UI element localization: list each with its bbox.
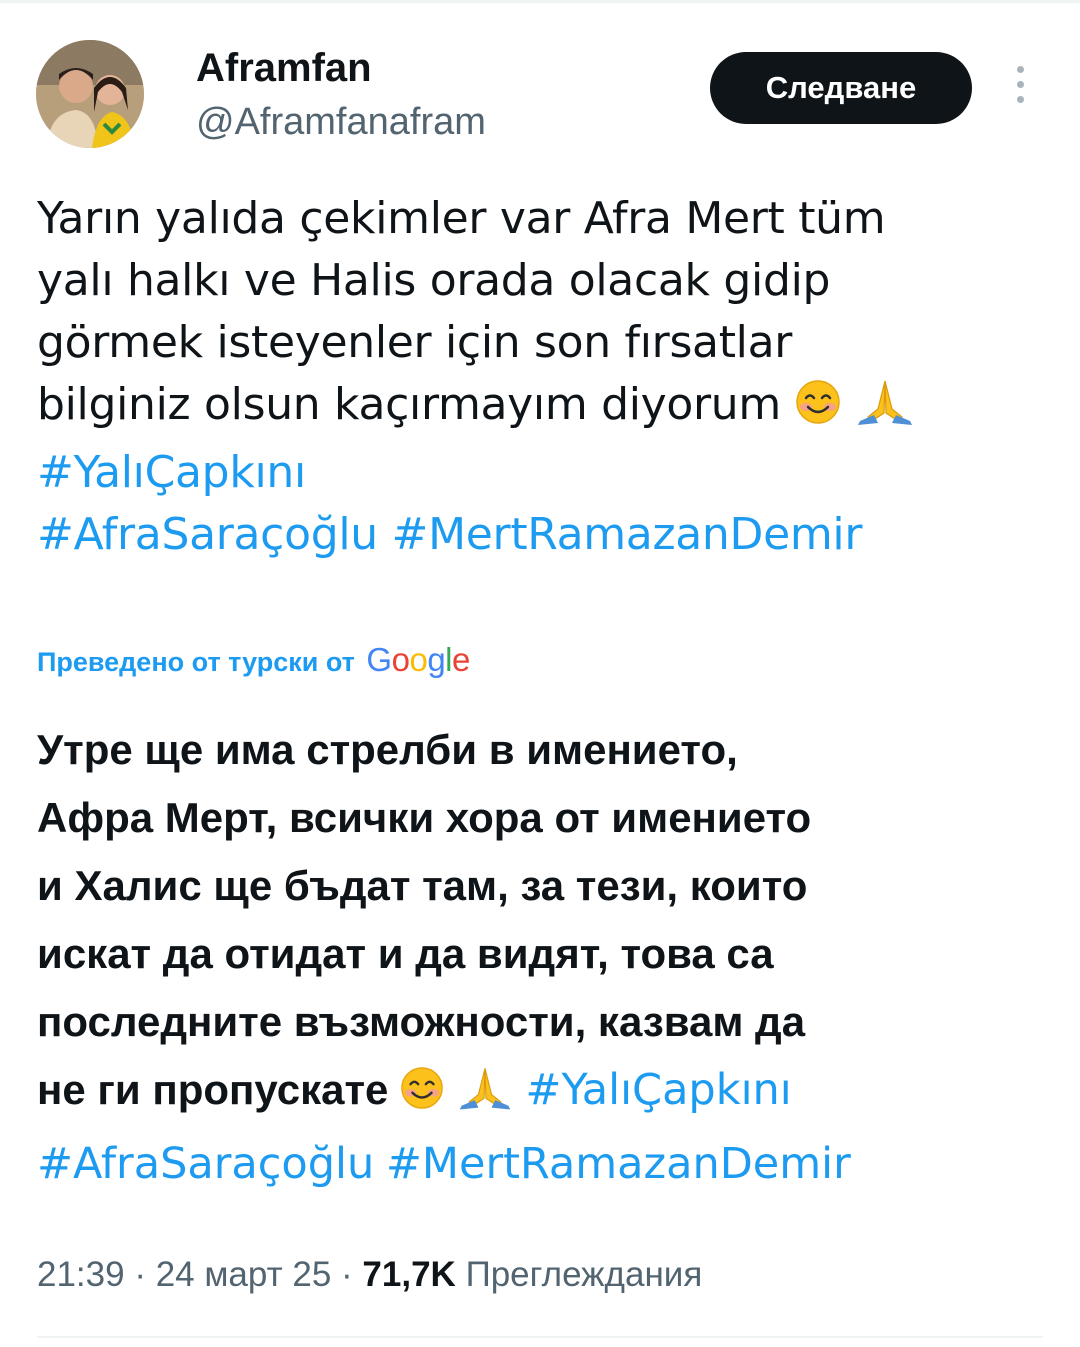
- smiling-face-emoji: [400, 1062, 444, 1130]
- translation-line: Утре ще има стрелби в имението,: [37, 726, 738, 773]
- tweet-line: Yarın yalıda çekimler var Afra Mert tüm: [37, 193, 886, 244]
- views-count[interactable]: 71,7K: [362, 1255, 455, 1294]
- translation-line: искат да отидат и да видят, това са: [37, 930, 774, 977]
- folded-hands-emoji: [456, 1062, 514, 1130]
- tweet-original-text: Yarın yalıda çekimler var Afra Mert tüm …: [37, 188, 1047, 566]
- separator: ·: [341, 1255, 353, 1294]
- top-divider: [0, 0, 1080, 3]
- views-label: Преглеждания: [465, 1255, 703, 1294]
- follow-button[interactable]: Следване: [710, 52, 972, 124]
- tweet-line: görmek isteyenler için son fırsatlar: [37, 317, 793, 368]
- hashtag-link[interactable]: #MertRamazanDemir: [392, 509, 863, 560]
- more-vertical-icon[interactable]: [1008, 66, 1032, 110]
- hashtag-link[interactable]: #MertRamazanDemir: [386, 1139, 851, 1189]
- translation-line: и Халис ще бъдат там, за тези, които: [37, 862, 808, 909]
- hashtag-link[interactable]: #AfraSaraçoğlu: [37, 509, 378, 560]
- folded-hands-emoji: [854, 379, 916, 442]
- author-handle[interactable]: @Aframfanafram: [196, 98, 486, 146]
- tweet-time[interactable]: 21:39: [37, 1255, 125, 1294]
- tweet-line: yalı halkı ve Halis orada olacak gidip: [37, 255, 831, 306]
- translation-line: Афра Мерт, всички хора от имението: [37, 794, 812, 841]
- translation-line: не ги пропускате: [37, 1066, 389, 1113]
- hashtag-link[interactable]: #YalıÇapkını: [37, 447, 306, 498]
- avatar[interactable]: [36, 40, 144, 148]
- tweet-translated-text: Утре ще има стрелби в имението, Афра Мер…: [37, 716, 1047, 1198]
- hashtag-link[interactable]: #YalıÇapkını: [525, 1065, 791, 1115]
- translation-attribution[interactable]: Преведено от турски от Google: [37, 640, 470, 682]
- tweet-date[interactable]: 24 март 25: [156, 1255, 332, 1294]
- separator: ·: [134, 1255, 146, 1294]
- google-logo: Google: [366, 641, 470, 678]
- tweet-line: bilginiz olsun kaçırmayım diyorum: [37, 379, 781, 430]
- translation-line: последните възможности, казвам да: [37, 998, 806, 1045]
- author-name[interactable]: Aframfan: [196, 44, 372, 92]
- translation-label: Преведено от турски от: [37, 647, 355, 677]
- tweet-metadata: 21:39 · 24 март 25 · 71,7K Преглеждания: [37, 1250, 702, 1300]
- smiling-face-emoji: [795, 379, 841, 442]
- hashtag-link[interactable]: #AfraSaraçoğlu: [37, 1139, 374, 1189]
- bottom-divider: [37, 1336, 1043, 1338]
